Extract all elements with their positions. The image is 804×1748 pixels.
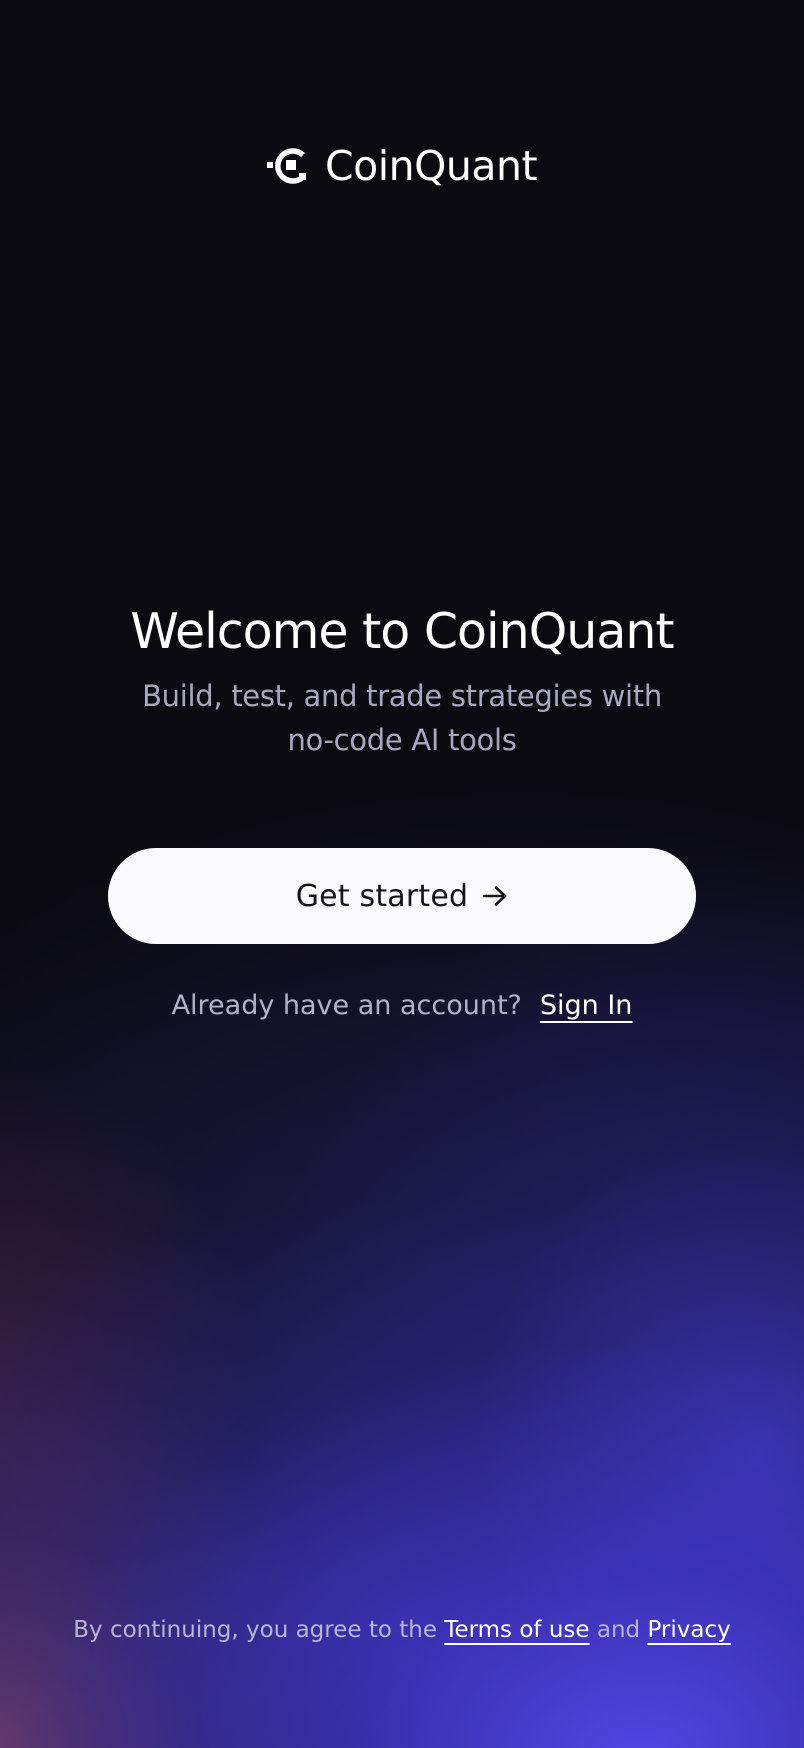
coinquant-logo-icon bbox=[266, 148, 306, 184]
legal-conjunction: and bbox=[596, 1617, 641, 1643]
hero-section: Welcome to CoinQuant Build, test, and tr… bbox=[0, 598, 804, 762]
privacy-link[interactable]: Privacy bbox=[647, 1617, 730, 1643]
legal-prefix: By continuing, you agree to the bbox=[73, 1617, 437, 1643]
legal-notice: By continuing, you agree to the Terms of… bbox=[0, 1610, 804, 1650]
brand-logo: CoinQuant bbox=[0, 142, 804, 190]
get-started-label: Get started bbox=[295, 878, 469, 914]
welcome-screen: CoinQuant Welcome to CoinQuant Build, te… bbox=[0, 0, 804, 1748]
arrow-right-icon bbox=[482, 886, 507, 906]
get-started-button[interactable]: Get started bbox=[108, 848, 696, 944]
brand-name: CoinQuant bbox=[324, 142, 538, 190]
signin-prompt-text: Already have an account? bbox=[171, 990, 522, 1021]
page-subtitle: Build, test, and trade strategies with n… bbox=[142, 679, 662, 757]
signin-prompt-row: Already have an account? Sign In bbox=[0, 984, 804, 1028]
sign-in-link[interactable]: Sign In bbox=[540, 990, 633, 1021]
page-title: Welcome to CoinQuant bbox=[130, 603, 674, 660]
terms-of-use-link[interactable]: Terms of use bbox=[444, 1617, 589, 1643]
